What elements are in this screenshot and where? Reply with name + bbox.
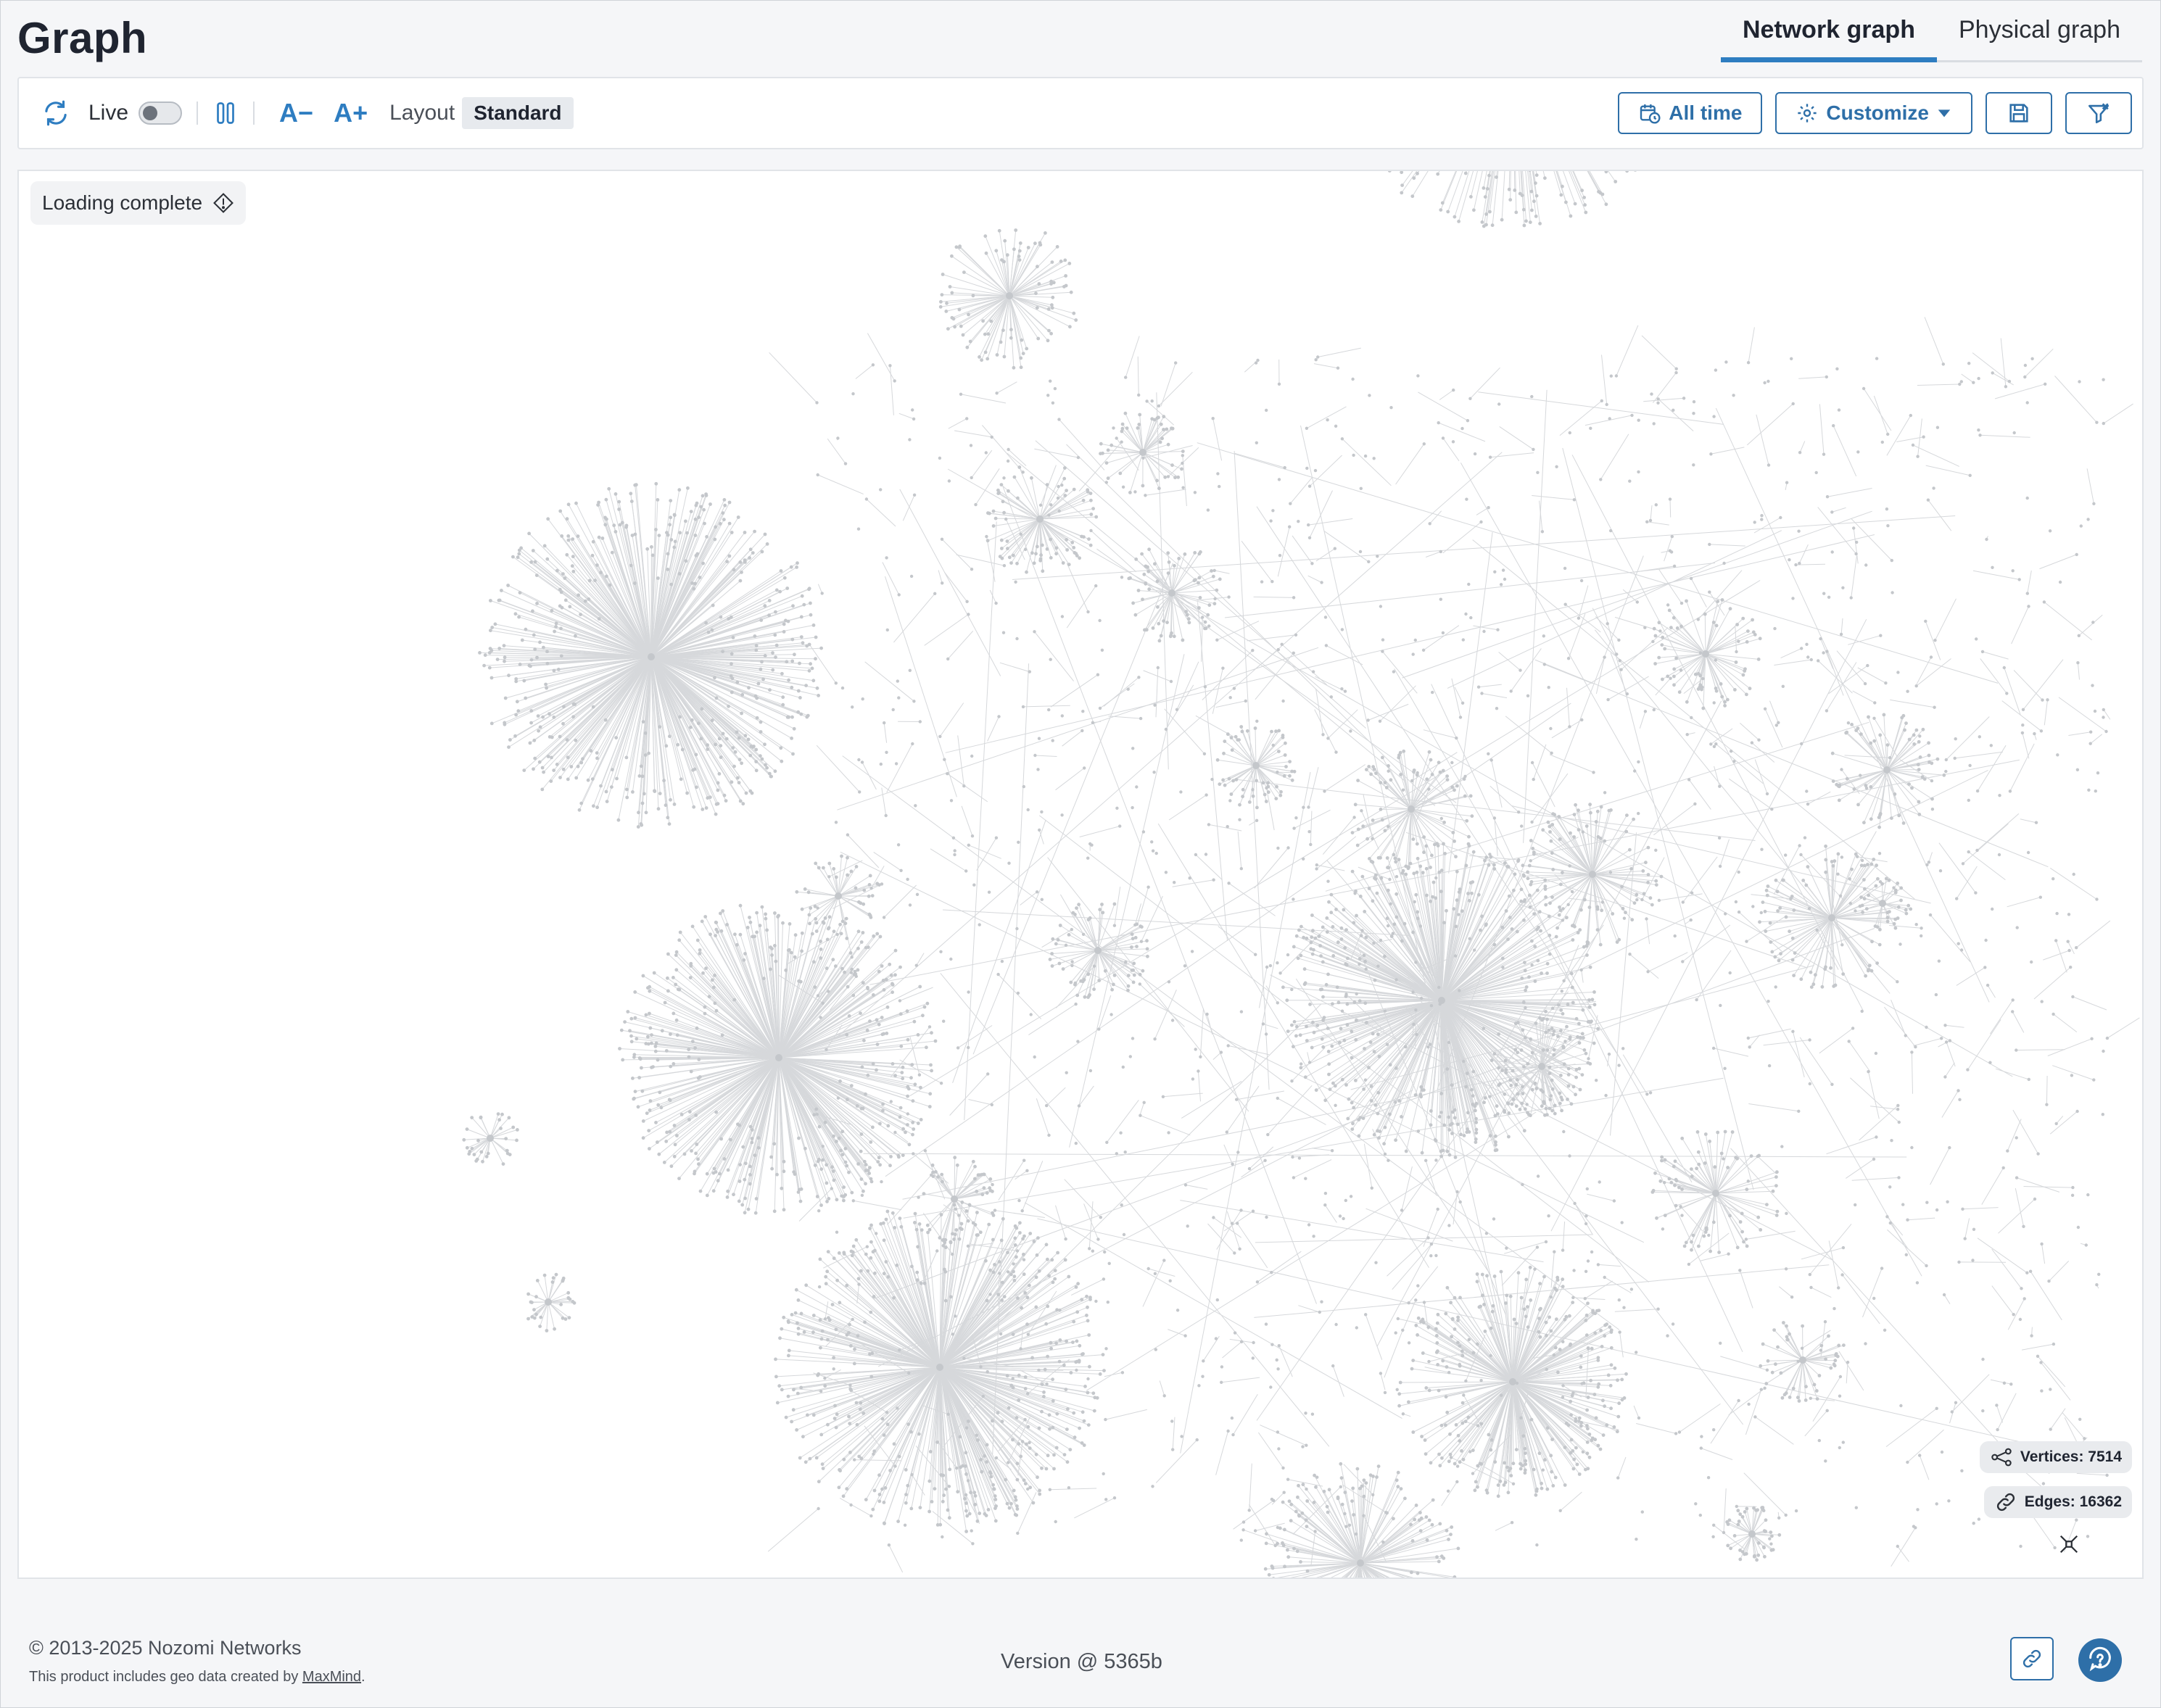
geo-data-note: This product includes geo data created b… — [29, 1669, 365, 1686]
graph-toolbar: Live A− A+ Layout Standard All time Cust… — [17, 77, 2144, 149]
tab-physical-graph[interactable]: Physical graph — [1937, 13, 2142, 60]
customize-label: Customize — [1826, 101, 1929, 124]
toggle-knob — [143, 106, 158, 120]
clear-filter-button[interactable] — [2065, 92, 2132, 134]
geo-note-prefix: This product includes geo data created b… — [29, 1669, 302, 1685]
graph-edges — [463, 171, 2140, 1578]
tab-network-graph[interactable]: Network graph — [1720, 13, 1937, 62]
font-increase-button[interactable]: A+ — [334, 98, 368, 128]
loading-status-text: Loading complete — [42, 191, 203, 214]
maxmind-link[interactable]: MaxMind — [302, 1669, 361, 1685]
pause-icon[interactable] — [212, 100, 239, 126]
edges-link-icon — [1994, 1491, 2017, 1514]
live-toggle[interactable] — [139, 101, 183, 125]
edges-text: Edges: 16362 — [2024, 1493, 2122, 1510]
help-icon — [2086, 1646, 2115, 1675]
version-text: Version @ 5365b — [1001, 1650, 1162, 1673]
geo-note-suffix: . — [361, 1669, 365, 1685]
layout-select[interactable]: Standard — [462, 97, 574, 129]
graph-canvas[interactable]: Loading complete Vertices: 7514 Edges: 1… — [17, 170, 2144, 1579]
time-range-label: All time — [1669, 101, 1743, 124]
time-range-button[interactable]: All time — [1618, 92, 1763, 134]
share-link-button[interactable] — [2010, 1637, 2054, 1680]
toolbar-divider — [197, 101, 199, 125]
caret-down-icon — [1936, 105, 1952, 121]
vertices-text: Vertices: 7514 — [2020, 1448, 2122, 1465]
edges-count: Edges: 16362 — [1983, 1486, 2132, 1518]
font-decrease-button[interactable]: A− — [279, 98, 313, 128]
toolbar-actions: All time Customize — [1618, 92, 2132, 134]
layout-label: Layout — [389, 101, 455, 125]
toolbar-divider — [253, 101, 255, 125]
link-icon — [2020, 1647, 2044, 1670]
vertices-icon — [1990, 1446, 2013, 1469]
customize-button[interactable]: Customize — [1775, 92, 1972, 134]
info-diamond-icon[interactable] — [212, 192, 234, 214]
graph-nodes — [462, 171, 2110, 1578]
page-title: Graph — [17, 14, 148, 62]
filter-clear-icon — [2086, 101, 2111, 125]
copyright-text: © 2013-2025 Nozomi Networks — [29, 1637, 302, 1659]
refresh-icon[interactable] — [41, 98, 71, 128]
save-icon — [2007, 101, 2031, 125]
save-button[interactable] — [1986, 92, 2052, 134]
network-graph-visualization[interactable] — [19, 171, 2142, 1578]
live-label: Live — [88, 101, 129, 125]
gear-icon — [1796, 101, 1819, 125]
help-button[interactable] — [2078, 1638, 2122, 1682]
calendar-clock-icon — [1638, 101, 1661, 125]
graph-tabs: Network graph Physical graph — [1720, 13, 2142, 62]
loading-status-pill: Loading complete — [30, 181, 247, 225]
fit-view-icon[interactable] — [2058, 1533, 2080, 1559]
vertices-count: Vertices: 7514 — [1979, 1441, 2132, 1473]
